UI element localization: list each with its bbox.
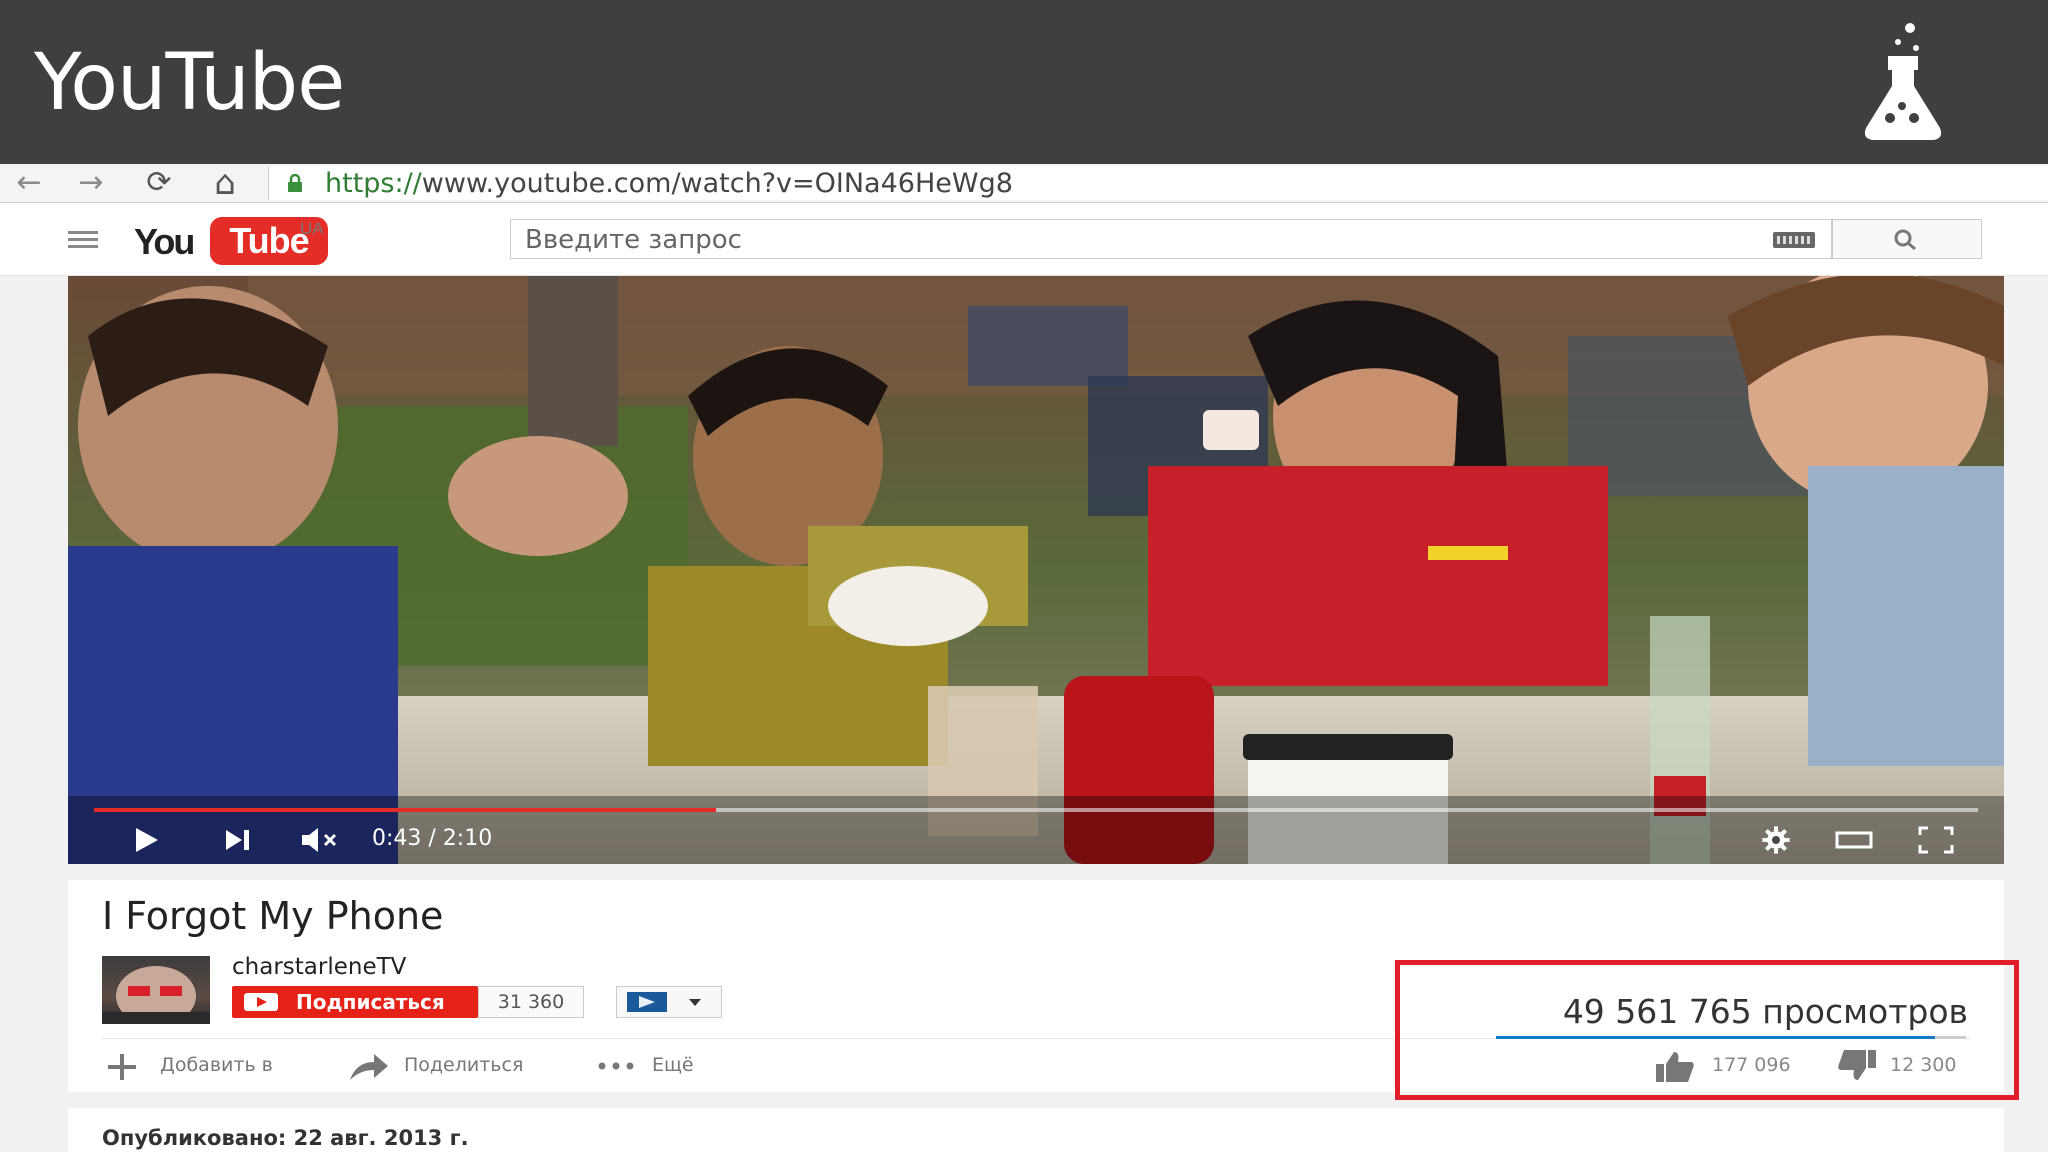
settings-gear-icon[interactable] [1756, 824, 1796, 856]
share-icon [350, 1054, 388, 1080]
mute-icon[interactable] [300, 824, 344, 856]
menu-icon[interactable] [68, 231, 98, 249]
channel-name[interactable]: charstarleneTV [232, 954, 406, 980]
video-title: I Forgot My Phone [102, 894, 444, 938]
avatar-image [102, 966, 210, 1024]
progress-bar[interactable] [94, 808, 1978, 812]
video-player[interactable]: 0:43 / 2:10 [68, 276, 2004, 864]
subscribe-label: Подписаться [296, 990, 445, 1014]
logo-you: You [134, 221, 195, 262]
more-button[interactable]: Ещё [596, 1050, 736, 1084]
youtube-masthead: You Tube UA [0, 203, 2048, 276]
flask-icon [1864, 23, 1942, 140]
add-to-button[interactable]: Добавить в [102, 1050, 302, 1084]
back-button[interactable]: ← [12, 168, 46, 198]
forward-button[interactable]: → [74, 168, 108, 198]
slide-title: YouTube [34, 38, 345, 128]
playlist-play-icon [627, 992, 701, 1012]
plus-icon [108, 1054, 136, 1080]
video-frame [68, 276, 2004, 864]
progress-played [94, 808, 716, 812]
description-card: Опубликовано: 22 авг. 2013 г. [68, 1108, 2004, 1152]
keyboard-icon[interactable] [1773, 232, 1815, 248]
region-label: UA [300, 219, 324, 238]
playlist-dropdown-button[interactable] [616, 986, 722, 1018]
more-label: Ещё [652, 1054, 694, 1076]
address-bar[interactable]: https://www.youtube.com/watch?v=OINa46He… [268, 166, 2048, 200]
url-path: www.youtube.com/watch?v=OINa46HeWg8 [421, 168, 1013, 199]
home-button[interactable]: ⌂ [208, 166, 242, 200]
search-box [510, 219, 1832, 259]
share-button[interactable]: Поделиться [346, 1050, 566, 1084]
channel-avatar[interactable] [102, 956, 210, 1024]
url-scheme: https:// [325, 168, 422, 199]
reload-button[interactable]: ⟳ [142, 168, 176, 198]
url-text: https://www.youtube.com/watch?v=OINa46He… [325, 168, 1013, 199]
youtube-play-icon [244, 993, 278, 1011]
more-dots-icon [598, 1062, 634, 1070]
theater-mode-icon[interactable] [1834, 824, 1874, 856]
add-to-label: Добавить в [160, 1054, 273, 1076]
time-display: 0:43 / 2:10 [372, 826, 493, 851]
browser-toolbar: ← → ⟳ ⌂ https://www.youtube.com/watch?v=… [0, 164, 2048, 203]
search-icon [1894, 229, 1916, 251]
published-date: Опубликовано: 22 авг. 2013 г. [102, 1126, 469, 1150]
search-button[interactable] [1832, 219, 1982, 259]
subscriber-count: 31 360 [478, 986, 584, 1018]
next-icon[interactable] [222, 824, 254, 856]
subscribe-button[interactable]: Подписаться [232, 986, 478, 1018]
lock-icon [288, 173, 302, 192]
fullscreen-icon[interactable] [1916, 824, 1956, 856]
share-label: Поделиться [404, 1054, 524, 1076]
search-input[interactable] [523, 224, 1727, 256]
highlight-box [1395, 960, 2019, 1100]
slide-header: YouTube [0, 0, 2048, 164]
play-icon[interactable] [130, 824, 162, 856]
